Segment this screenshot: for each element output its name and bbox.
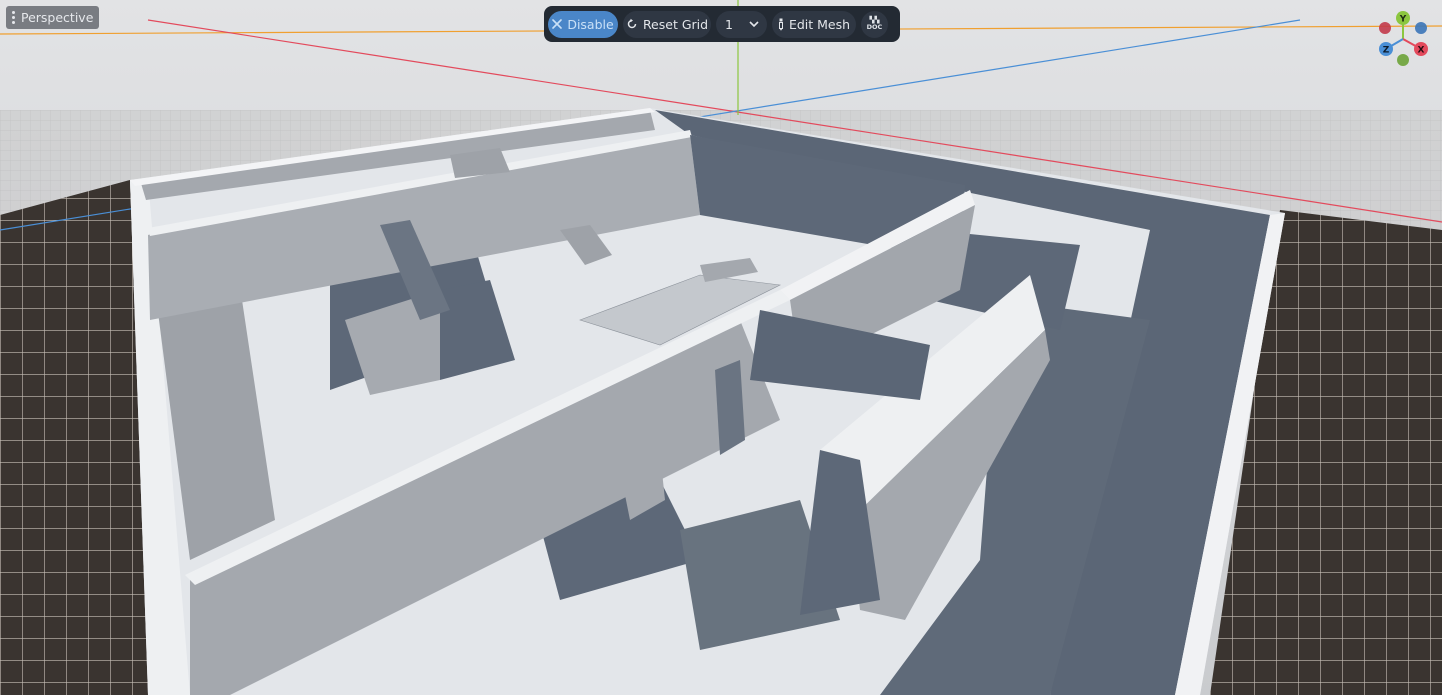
grid-size-value: 1 [725, 16, 733, 32]
gizmo-neg-y-icon[interactable] [1397, 54, 1409, 66]
doc-icon: ▚▚ DOC [864, 13, 886, 35]
doc-icon-text: DOC [866, 23, 883, 31]
perspective-menu-button[interactable]: Perspective [6, 6, 100, 29]
pencil-icon [778, 18, 783, 31]
perspective-label: Perspective [21, 10, 94, 25]
chevron-down-icon [749, 20, 759, 27]
reset-grid-button[interactable]: Reset Grid [623, 10, 711, 38]
disable-button[interactable]: Disable [548, 10, 618, 38]
documentation-button[interactable]: ▚▚ DOC [861, 10, 888, 38]
gizmo-neg-x-icon[interactable] [1379, 22, 1391, 34]
gizmo-x-label: X [1418, 46, 1425, 56]
gizmo-z-label: Z [1383, 46, 1390, 56]
reset-icon [627, 18, 637, 29]
edit-mesh-button[interactable]: Edit Mesh [772, 10, 856, 38]
edit-mesh-label: Edit Mesh [788, 16, 851, 32]
orientation-gizmo[interactable]: Y X Z [1376, 10, 1432, 68]
ground-grid-left [0, 180, 150, 695]
reset-grid-label: Reset Grid [642, 16, 709, 32]
viewport-toolbar: Disable Reset Grid 1 Edit Mesh ▚▚ DOC [544, 6, 900, 42]
close-icon [552, 19, 563, 29]
pillar-b [715, 360, 745, 455]
kebab-menu-icon [12, 11, 15, 24]
disable-label: Disable [567, 16, 614, 32]
viewport-3d[interactable] [0, 0, 1442, 695]
gizmo-neg-z-icon[interactable] [1415, 22, 1427, 34]
gizmo-y-label: Y [1399, 15, 1407, 25]
grid-size-dropdown[interactable]: 1 [716, 10, 767, 38]
